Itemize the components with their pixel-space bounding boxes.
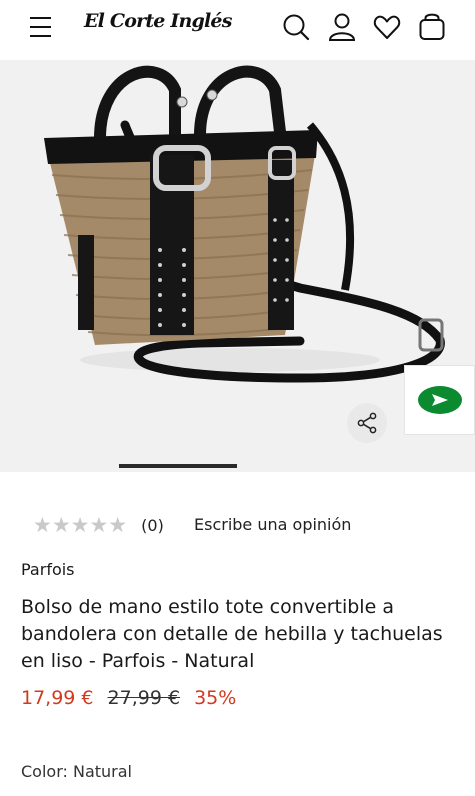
rating-count: (0) [141, 515, 164, 535]
write-review-link[interactable]: Escribe una opinión [194, 513, 351, 537]
gallery-indicator [119, 464, 237, 468]
share-button[interactable] [347, 403, 387, 443]
rating: ★★★★★ (0) [33, 513, 164, 537]
share-icon [357, 412, 377, 434]
menu-icon[interactable] [30, 17, 52, 37]
color-label: Color: Natural [21, 762, 132, 781]
top-header: El Corte Inglés [0, 0, 475, 60]
discount-badge: 35% [194, 687, 237, 709]
brand-name[interactable]: Parfois [21, 560, 75, 579]
play-icon [417, 386, 462, 414]
bag-icon[interactable] [418, 12, 446, 42]
search-icon[interactable] [282, 12, 310, 42]
product-gallery[interactable] [0, 60, 475, 472]
video-play-button[interactable] [404, 365, 475, 435]
rating-stars: ★★★★★ [33, 513, 128, 537]
user-icon[interactable] [328, 12, 356, 42]
price-block: 17,99 € 27,99 € 35% [21, 687, 236, 709]
store-logo[interactable]: El Corte Inglés [84, 10, 232, 32]
product-title: Bolso de mano estilo tote convertible a … [21, 596, 443, 672]
original-price: 27,99 € [107, 687, 181, 709]
heart-icon[interactable] [373, 12, 401, 42]
current-price: 17,99 € [21, 687, 94, 709]
